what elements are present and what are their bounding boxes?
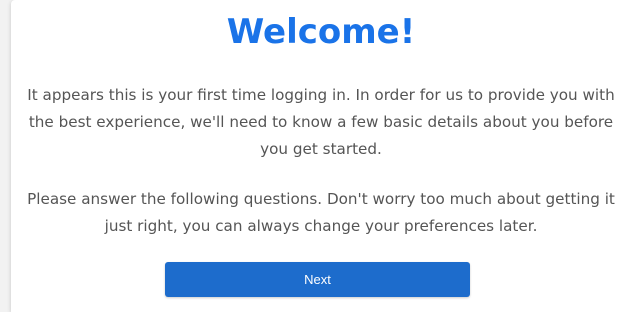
- intro-paragraph: It appears this is your first time loggi…: [27, 86, 615, 158]
- next-button[interactable]: Next: [165, 262, 470, 297]
- welcome-card: Welcome! It appears this is your first t…: [11, 0, 631, 312]
- instructions-paragraph: Please answer the following questions. D…: [27, 190, 615, 235]
- welcome-title: Welcome!: [226, 12, 416, 52]
